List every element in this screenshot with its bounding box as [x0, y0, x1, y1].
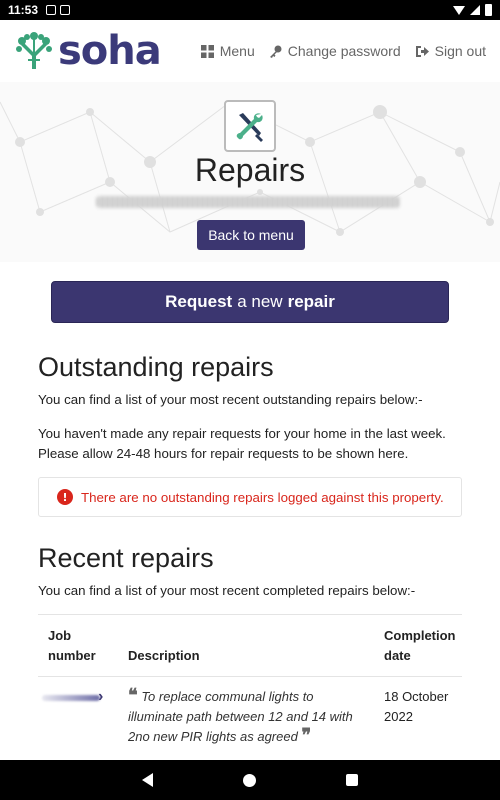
- grid-icon: [200, 44, 214, 58]
- close-quote-icon: ❞: [301, 725, 312, 746]
- request-repair-button[interactable]: Request a new repair: [51, 281, 449, 323]
- request-button-part1: Request: [165, 292, 233, 311]
- soha-logo[interactable]: soha: [14, 28, 162, 74]
- outstanding-note: You haven't made any repair requests for…: [38, 426, 446, 461]
- home-icon[interactable]: [243, 773, 256, 787]
- completion-date-cell: 18 October 2022: [384, 689, 449, 724]
- table-header: Job number Description Completion date: [38, 615, 462, 677]
- repairs-tool-icon: [224, 100, 276, 152]
- status-time: 11:53: [8, 3, 39, 17]
- col-job-number: Job number: [48, 627, 96, 663]
- android-nav-bar: [0, 760, 500, 800]
- site-header: soha Menu Change password Sign out: [0, 20, 500, 82]
- nav-change-password-label: Change password: [287, 43, 401, 59]
- outstanding-intro: You can find a list of your most recent …: [38, 392, 423, 407]
- no-outstanding-alert: ! There are no outstanding repairs logge…: [38, 477, 462, 517]
- back-icon[interactable]: [142, 773, 153, 787]
- col-completion-date: Completion date: [384, 627, 456, 663]
- recent-repairs-table: Job number Description Completion date ›…: [38, 614, 462, 747]
- nav-sign-out[interactable]: Sign out: [415, 43, 486, 59]
- hero-banner: Repairs Back to menu: [0, 82, 500, 262]
- redacted-address: [96, 196, 400, 208]
- nav-menu[interactable]: Menu: [200, 43, 255, 59]
- open-quote-icon: ❝: [128, 685, 138, 706]
- key-icon: [269, 45, 282, 58]
- redacted-job-number: [42, 695, 100, 701]
- sign-out-icon: [415, 45, 429, 57]
- outstanding-repairs-heading: Outstanding repairs: [38, 352, 274, 382]
- header-nav: Menu Change password Sign out: [200, 43, 486, 59]
- tree-logo-icon: [16, 32, 52, 69]
- description-text: To replace communal lights to illuminate…: [128, 689, 353, 744]
- wifi-icon: [453, 5, 465, 15]
- table-row[interactable]: › ❝ To replace communal lights to illumi…: [38, 677, 462, 747]
- nav-menu-label: Menu: [219, 43, 255, 59]
- logo-text: soha: [58, 28, 162, 74]
- nav-change-password[interactable]: Change password: [269, 43, 401, 59]
- exclamation-icon: !: [57, 489, 73, 505]
- back-to-menu-button[interactable]: Back to menu: [197, 220, 305, 250]
- job-number-cell[interactable]: ›: [38, 687, 118, 747]
- request-button-part3: repair: [287, 292, 335, 311]
- signal-icon: [470, 5, 480, 15]
- description-cell: ❝ To replace communal lights to illumina…: [118, 687, 374, 747]
- notification-icon: [46, 5, 57, 15]
- nav-sign-out-label: Sign out: [434, 43, 486, 59]
- battery-icon: [485, 4, 492, 16]
- sd-card-icon: [60, 5, 71, 15]
- col-description: Description: [128, 648, 200, 663]
- recent-repairs-heading: Recent repairs: [38, 543, 214, 573]
- recent-apps-icon[interactable]: [346, 774, 358, 786]
- status-bar: 11:53: [0, 0, 500, 20]
- recent-intro: You can find a list of your most recent …: [38, 583, 416, 598]
- page-title: Repairs: [194, 152, 306, 188]
- wrench-screwdriver-icon: [236, 113, 263, 142]
- request-button-part2: a new: [237, 292, 283, 311]
- alert-text: There are no outstanding repairs logged …: [81, 489, 444, 505]
